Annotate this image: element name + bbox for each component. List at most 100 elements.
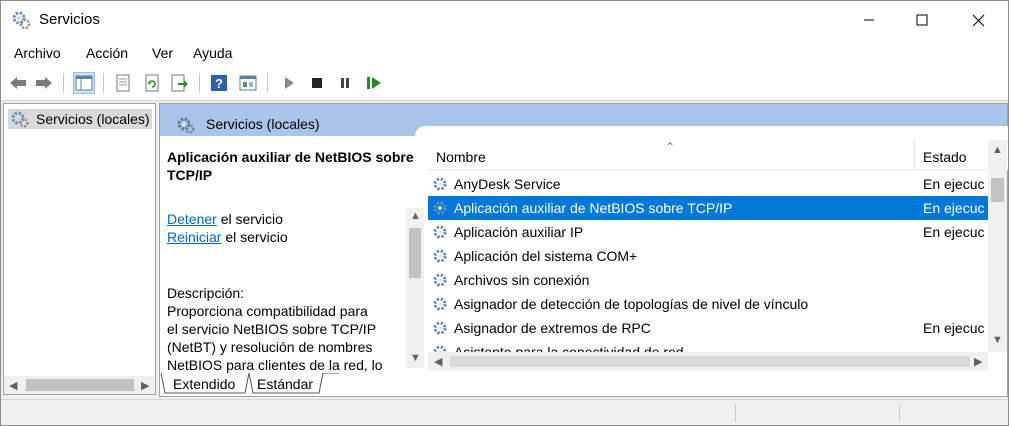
restart-action: Reiniciar el servicio	[167, 228, 425, 246]
minimize-button[interactable]	[846, 1, 892, 39]
scrollbar-thumb[interactable]	[409, 228, 421, 278]
description-vertical-scrollbar[interactable]: ▲ ▼	[406, 208, 424, 368]
refresh-button[interactable]	[141, 72, 163, 94]
title-bar: Servicios	[1, 1, 1008, 39]
toolbar-separator	[103, 73, 104, 93]
maximize-icon	[916, 14, 928, 26]
stop-service-button[interactable]	[306, 72, 328, 94]
back-button[interactable]	[7, 72, 29, 94]
column-separator[interactable]	[914, 140, 915, 170]
export-icon	[171, 74, 188, 92]
status-cell	[735, 404, 899, 422]
tree-item-services-local[interactable]: Servicios (locales)	[8, 109, 152, 129]
show-tree-button[interactable]	[73, 72, 95, 94]
scroll-right-icon[interactable]: ▶	[974, 355, 982, 368]
service-description-pane: Aplicación auxiliar de NetBIOS sobre TCP…	[167, 148, 425, 374]
header-tab-notch	[415, 126, 1008, 140]
scroll-up-icon[interactable]: ▲	[992, 144, 1003, 156]
minimize-icon	[864, 19, 874, 21]
list-column-header: ⌃ Nombre Estado	[428, 140, 1008, 170]
menu-ver[interactable]: Ver	[152, 45, 173, 61]
description-line: NetBIOS para clientes de la red, lo	[167, 357, 383, 373]
services-list: ⌃ Nombre Estado AnyDesk Service En ejecuc…	[428, 140, 1008, 370]
service-row[interactable]: Archivos sin conexión	[428, 268, 988, 292]
menu-archivo[interactable]: Archivo	[14, 45, 61, 61]
forward-arrow-icon	[36, 77, 52, 89]
scrollbar-thumb[interactable]	[991, 178, 1004, 202]
services-gear-icon	[12, 11, 31, 30]
services-gear-icon	[11, 111, 29, 128]
service-gear-icon	[433, 201, 447, 215]
close-icon	[972, 14, 984, 26]
restart-service-button[interactable]	[363, 72, 385, 94]
service-gear-icon	[433, 249, 447, 263]
console-icon	[239, 75, 257, 91]
scroll-right-icon[interactable]: ▶	[141, 379, 149, 392]
pause-icon	[341, 78, 349, 88]
selected-service-title: Aplicación auxiliar de NetBIOS sobre TCP…	[167, 149, 414, 183]
restart-icon	[367, 77, 381, 89]
service-gear-icon	[433, 273, 447, 287]
service-row[interactable]: Aplicación auxiliar IP En ejecuc	[428, 220, 988, 244]
menu-accion[interactable]: Acción	[86, 45, 128, 61]
pause-service-button[interactable]	[334, 72, 356, 94]
toolbar-separator	[199, 73, 200, 93]
service-gear-icon	[433, 297, 447, 311]
service-name: AnyDesk Service	[454, 176, 561, 192]
tab-extended[interactable]: Extendido	[167, 373, 241, 395]
service-state: En ejecuc	[923, 224, 985, 240]
service-row[interactable]: Aplicación auxiliar de NetBIOS sobre TCP…	[428, 196, 988, 220]
close-button[interactable]	[955, 1, 1001, 39]
status-cell	[899, 404, 1007, 422]
scroll-left-icon[interactable]: ◀	[434, 355, 442, 368]
service-row[interactable]: Aplicación del sistema COM+	[428, 244, 988, 268]
stop-service-link[interactable]: Detener	[167, 211, 217, 227]
tree-horizontal-scrollbar[interactable]: ◀ ▶	[4, 376, 155, 394]
description-line: (NetBT) y resolución de nombres	[167, 339, 373, 355]
scroll-up-icon[interactable]: ▲	[410, 210, 421, 222]
show-tree-icon	[75, 75, 93, 91]
service-gear-icon	[433, 225, 447, 239]
back-arrow-icon	[10, 77, 26, 89]
service-name: Aplicación auxiliar IP	[454, 224, 584, 240]
description-line: el servicio NetBIOS sobre TCP/IP	[167, 321, 377, 337]
help-button[interactable]: ?	[208, 72, 230, 94]
help-icon: ?	[211, 75, 227, 91]
properties-button[interactable]	[112, 72, 134, 94]
scroll-down-icon[interactable]: ▼	[410, 352, 421, 364]
restart-service-link[interactable]: Reiniciar	[167, 229, 221, 245]
scroll-down-icon[interactable]: ▼	[992, 334, 1003, 346]
service-row[interactable]: Asignador de detección de topologías de …	[428, 292, 988, 316]
start-service-button[interactable]	[278, 72, 300, 94]
menu-bar: Archivo Acción Ver Ayuda	[1, 39, 1008, 67]
scroll-left-icon[interactable]: ◀	[9, 379, 17, 392]
service-row[interactable]: AnyDesk Service En ejecuc	[428, 172, 988, 196]
console-tree: Servicios (locales) ◀ ▶	[3, 103, 156, 395]
menu-ayuda[interactable]: Ayuda	[193, 45, 232, 61]
list-vertical-scrollbar[interactable]: ▲ ▼	[988, 140, 1007, 352]
scrollbar-thumb[interactable]	[26, 379, 134, 391]
service-gear-icon	[433, 177, 447, 191]
toolbar-separator	[267, 73, 268, 93]
toolbar-separator	[63, 73, 64, 93]
window-title: Servicios	[39, 11, 100, 28]
svg-text:?: ?	[215, 76, 223, 91]
export-list-button[interactable]	[169, 72, 191, 94]
maximize-button[interactable]	[899, 1, 945, 39]
properties-icon	[116, 74, 130, 92]
play-icon	[285, 77, 294, 89]
status-bar	[1, 399, 1008, 425]
tree-item-label: Servicios (locales)	[36, 111, 150, 127]
column-header-state[interactable]: Estado	[923, 149, 967, 165]
service-row[interactable]: Asignador de extremos de RPC En ejecuc	[428, 316, 988, 340]
column-header-name[interactable]: Nombre	[436, 149, 486, 165]
service-name: Archivos sin conexión	[454, 272, 590, 288]
console-view-button[interactable]	[237, 72, 259, 94]
restart-action-text: el servicio	[221, 229, 288, 245]
tab-standard[interactable]: Estándar	[251, 373, 319, 395]
scrollbar-thumb[interactable]	[450, 356, 970, 367]
list-horizontal-scrollbar[interactable]: ◀ ▶	[428, 352, 988, 371]
forward-button[interactable]	[33, 72, 55, 94]
view-tabs: Extendido Estándar	[159, 373, 1008, 397]
details-panel: Servicios (locales) Aplicación auxiliar …	[159, 103, 1008, 397]
